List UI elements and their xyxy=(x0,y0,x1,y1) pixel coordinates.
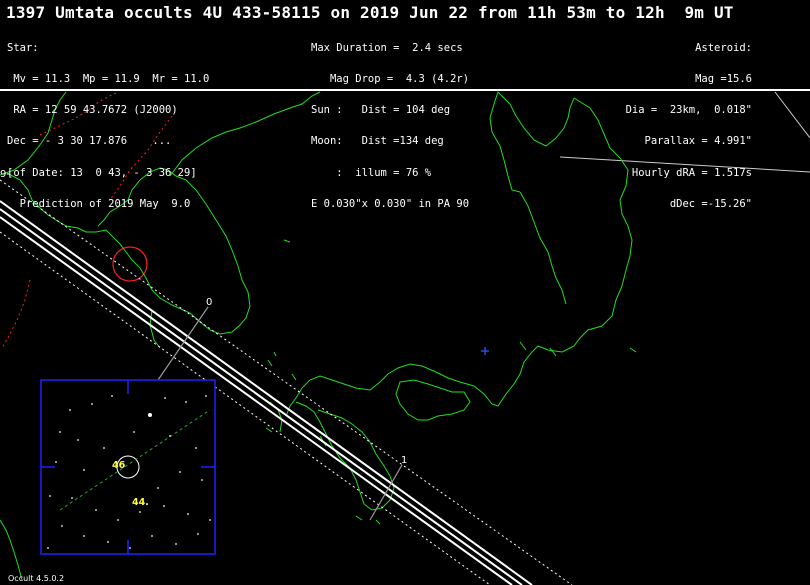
star-info-line: Mv = 11.3 Mp = 11.9 Mr = 11.0 xyxy=(7,73,210,86)
asteroid-info-panel: Asteroid: Mag =15.6 Dia = 23km, 0.018" P… xyxy=(626,22,752,220)
event-info-line: : illum = 76 % xyxy=(311,166,432,179)
star-info-line: Star: xyxy=(7,41,39,54)
finder-label-46: 46 xyxy=(112,460,126,471)
event-info-line: Moon: Dist =134 deg xyxy=(311,135,444,148)
city-cross-marker xyxy=(481,347,489,355)
asteroid-info-line: Parallax = 4.991" xyxy=(644,135,752,148)
star-info-line: Prediction of 2019 May 9.0 xyxy=(7,197,191,210)
asteroid-info-line: Hourly dRA = 1.517s xyxy=(631,166,752,179)
asteroid-info-line: dDec =-15.26" xyxy=(669,197,752,210)
event-info-line: E 0.030"x 0.030" in PA 90 xyxy=(311,197,470,210)
event-info-panel: Max Duration = 2.4 secs Mag Drop = 4.3 (… xyxy=(311,22,469,220)
page-title: 1397 Umtata occults 4U 433-58115 on 2019… xyxy=(6,3,734,22)
grid-line-corner xyxy=(774,91,810,139)
city-marker xyxy=(112,246,148,282)
event-info-line: Max Duration = 2.4 secs xyxy=(311,41,463,54)
finder-chart: 46 44. xyxy=(40,379,216,555)
longitude-marker-label: 9- xyxy=(0,169,10,180)
star-info-line: RA = 12 59 43.7672 (J2000) xyxy=(7,104,178,117)
time-start-label: 0 xyxy=(206,297,213,308)
asteroid-info-line: Dia = 23km, 0.018" xyxy=(625,104,752,117)
time-end-label: 1 xyxy=(401,455,408,466)
star-info-line: [of Date: 13 0 43, - 3 36 29] xyxy=(7,166,197,179)
event-info-line: Mag Drop = 4.3 (4.2r) xyxy=(311,73,470,86)
finder-frame xyxy=(40,379,216,555)
software-version: Occult 4.5.0.2 xyxy=(8,574,65,583)
star-info-line: Dec = - 3 30 17.876 ... xyxy=(7,135,172,148)
finder-label-44: 44. xyxy=(132,497,149,508)
asteroid-info-line: Mag =15.6 xyxy=(695,73,752,86)
asteroid-info-line: Asteroid: xyxy=(695,41,752,54)
star-info-panel: Star: Mv = 11.3 Mp = 11.9 Mr = 11.0 RA =… xyxy=(7,22,209,220)
event-info-line: Sun : Dist = 104 deg xyxy=(311,104,451,117)
